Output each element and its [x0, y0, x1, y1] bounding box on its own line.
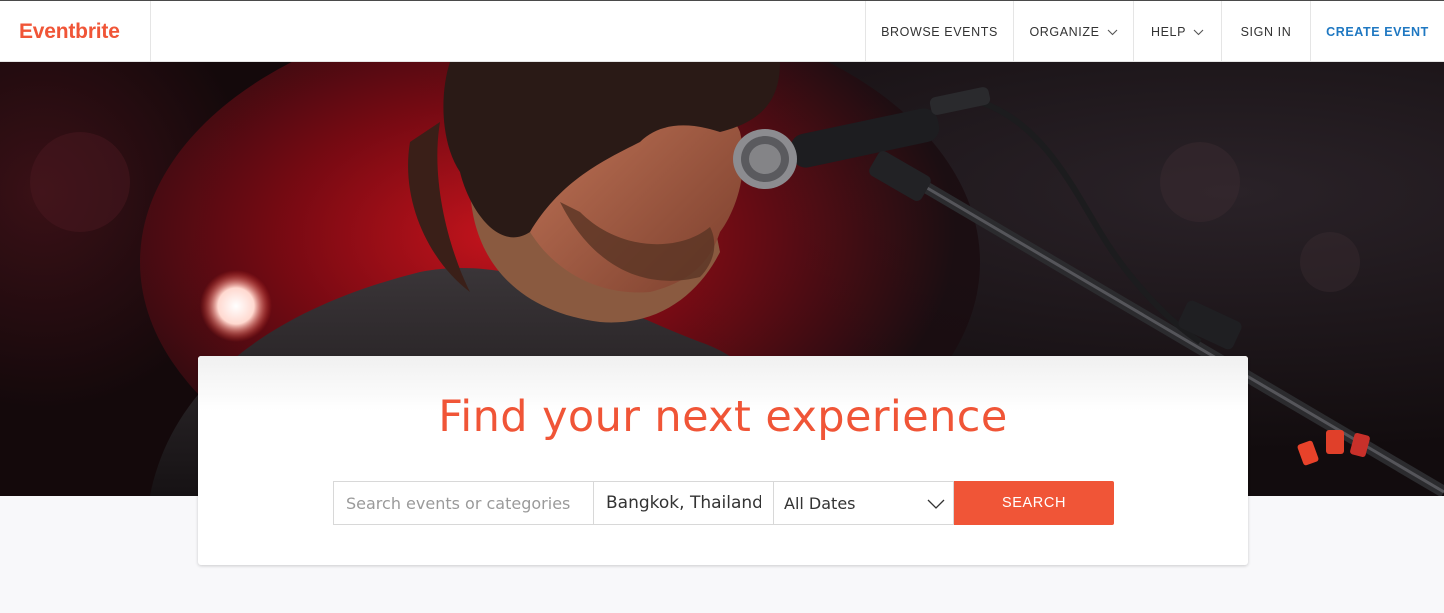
eventbrite-logo[interactable]: Eventbrite [19, 20, 120, 44]
search-button[interactable]: SEARCH [954, 481, 1114, 525]
logo-container: Eventbrite [0, 1, 151, 62]
nav-menu: BROWSE EVENTS ORGANIZE HELP SIGN IN CREA… [865, 1, 1444, 62]
nav-help-dropdown[interactable]: HELP [1133, 1, 1221, 62]
top-nav-bar: Eventbrite BROWSE EVENTS ORGANIZE HELP S… [0, 0, 1444, 62]
location-field[interactable] [594, 481, 774, 525]
nav-browse-events[interactable]: BROWSE EVENTS [865, 1, 1013, 62]
chevron-down-icon [927, 494, 945, 513]
date-select-value: All Dates [784, 493, 856, 513]
nav-organize-label: ORGANIZE [1029, 24, 1100, 39]
nav-sign-in[interactable]: SIGN IN [1221, 1, 1310, 62]
nav-help-label: HELP [1150, 24, 1187, 39]
chevron-down-icon [1107, 25, 1118, 39]
page-headline: Find your next experience [438, 392, 1008, 442]
search-events-input[interactable] [334, 482, 593, 524]
location-input[interactable] [594, 482, 773, 524]
chevron-down-icon [1193, 25, 1204, 39]
nav-create-event-label: CREATE EVENT [1326, 24, 1429, 39]
nav-sign-in-label: SIGN IN [1240, 24, 1292, 39]
nav-organize-dropdown[interactable]: ORGANIZE [1013, 1, 1133, 62]
search-form: All Dates SEARCH [333, 481, 1114, 525]
search-events-field[interactable] [333, 481, 594, 525]
nav-browse-events-label: BROWSE EVENTS [881, 24, 998, 39]
date-select[interactable]: All Dates [774, 481, 954, 525]
nav-create-event[interactable]: CREATE EVENT [1310, 1, 1444, 62]
search-card: Find your next experience All Dates SEAR… [198, 356, 1248, 565]
